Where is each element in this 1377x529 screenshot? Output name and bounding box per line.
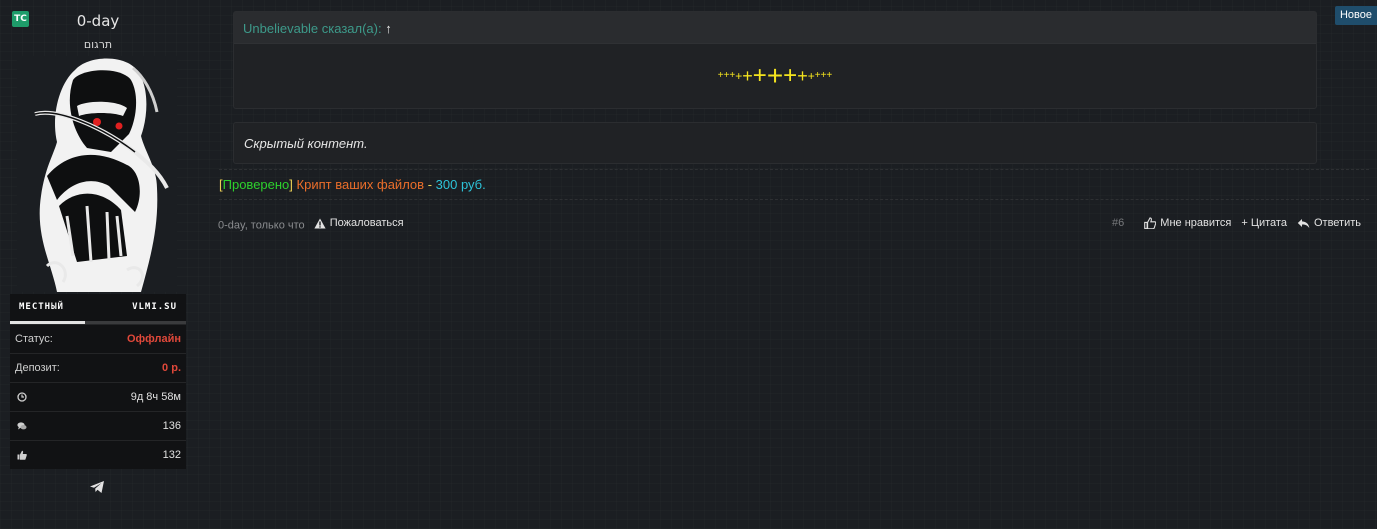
sig-bracket-close: ] <box>289 177 293 192</box>
username-link[interactable]: 0-day <box>0 12 196 30</box>
signature-divider <box>219 169 1369 170</box>
quote-block: Unbelievable сказал(а): ↑ +++++++++++++ <box>233 11 1317 109</box>
sig-dash: - <box>424 177 436 192</box>
post-footer-left: 0-day, только что Пожаловаться <box>218 217 404 232</box>
post-number[interactable]: #6 <box>1112 217 1124 229</box>
like-label: Мне нравится <box>1160 217 1232 229</box>
like-button[interactable]: Мне нравится <box>1144 217 1231 229</box>
signature: [Проверено] Крипт ваших файлов - 300 руб… <box>219 177 486 192</box>
reply-button[interactable]: Ответить <box>1297 217 1361 229</box>
reply-icon <box>1297 218 1310 228</box>
quote-jump-arrow[interactable]: ↑ <box>385 21 392 36</box>
plus-glyph: + <box>766 59 784 91</box>
plus-glyph: + <box>797 65 808 86</box>
footer-divider <box>219 199 1369 200</box>
deposit-label: Депозит: <box>15 362 60 374</box>
status-row: Статус: Оффлайн <box>10 324 186 353</box>
tab-vlmi[interactable]: VLMI.SU <box>132 302 177 312</box>
hidden-content-block: Скрытый контент. <box>233 122 1317 164</box>
sig-verified: Проверено <box>222 177 290 192</box>
sig-price: 300 руб. <box>435 177 486 192</box>
user-title: תרגום <box>83 38 113 51</box>
plus-glyph: + <box>752 61 767 89</box>
plus-glyph: + <box>742 65 753 86</box>
time-row: 9д 8ч 58м <box>10 382 186 411</box>
post-footer-right: #6 Мне нравится + Цитата Ответить <box>1112 217 1361 229</box>
user-tabs: МЕСТНЫЙ VLMI.SU <box>10 294 186 324</box>
user-avatar[interactable] <box>17 56 177 292</box>
plus-glyph: + <box>783 61 798 89</box>
quote-header: Unbelievable сказал(а): ↑ <box>234 12 1316 44</box>
warning-icon <box>314 218 326 228</box>
quote-content: +++++++++++++ <box>234 59 1316 91</box>
status-value: Оффлайн <box>126 333 181 345</box>
likes-value: 132 <box>162 449 181 461</box>
messages-row: 136 <box>10 411 186 440</box>
thumbs-up-outline-icon <box>1144 217 1157 229</box>
thumbs-up-icon <box>17 450 27 460</box>
sig-service: Крипт ваших файлов <box>296 177 425 192</box>
new-posts-button[interactable]: Новое <box>1335 6 1377 25</box>
hidden-content-text: Скрытый контент. <box>244 136 368 151</box>
telegram-icon[interactable] <box>89 479 105 495</box>
messages-icon <box>17 422 27 430</box>
deposit-value: 0 р. <box>162 362 181 374</box>
reply-label: Ответить <box>1313 217 1361 229</box>
likes-row: 132 <box>10 440 186 469</box>
time-value: 9д 8ч 58м <box>130 391 181 403</box>
status-label: Статус: <box>15 333 53 345</box>
messages-value: 136 <box>162 420 181 432</box>
deposit-row: Депозит: 0 р. <box>10 353 186 382</box>
report-button[interactable]: Пожаловаться <box>314 217 404 229</box>
plus-glyph: + <box>735 68 743 83</box>
post-meta[interactable]: 0-day, только что <box>218 220 305 232</box>
quote-author-link[interactable]: Unbelievable сказал(а): <box>243 21 382 36</box>
user-info-box: МЕСТНЫЙ VLMI.SU Статус: Оффлайн Депозит:… <box>10 294 186 469</box>
clock-icon <box>17 392 27 402</box>
quote-button[interactable]: + Цитата <box>1241 217 1287 229</box>
tab-local[interactable]: МЕСТНЫЙ <box>19 302 64 312</box>
report-label: Пожаловаться <box>329 217 404 229</box>
plus-glyph: + <box>826 69 833 81</box>
plus-glyph: + <box>807 68 815 83</box>
